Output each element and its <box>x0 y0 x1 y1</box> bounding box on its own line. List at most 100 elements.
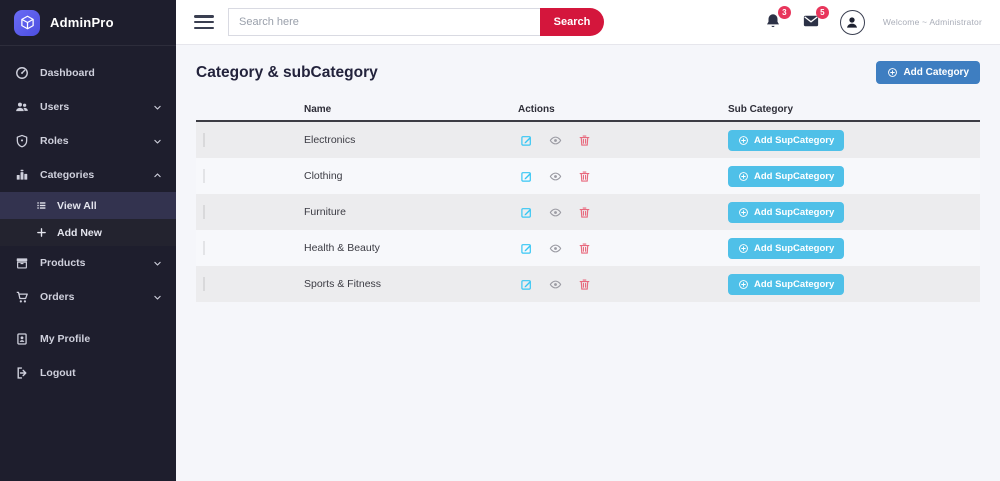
welcome-text: Welcome ~ Administrator <box>882 17 982 27</box>
add-subcategory-button[interactable]: Add SupCategory <box>728 165 845 187</box>
notifications-bell[interactable]: 3 <box>764 6 791 32</box>
box-icon <box>14 256 29 271</box>
categories-icon <box>14 168 29 183</box>
edit-icon[interactable] <box>520 242 533 255</box>
plus-circle-icon <box>738 279 749 290</box>
mail-badge: 5 <box>815 6 829 19</box>
categories-submenu: View All Add New <box>0 192 176 246</box>
logout-icon <box>14 366 29 381</box>
page-title: Category & subCategory <box>196 63 378 81</box>
chevron-down-icon <box>152 292 162 302</box>
sidebar-item-label: Add New <box>57 226 102 239</box>
sidebar-item-roles[interactable]: Roles <box>0 124 176 158</box>
eye-icon[interactable] <box>549 206 562 219</box>
brand-header: AdminPro <box>0 0 176 46</box>
sidebar-item-users[interactable]: Users <box>0 90 176 124</box>
main-area: Search 3 5 Welcome ~ Administrator <box>176 0 1000 481</box>
edit-icon[interactable] <box>520 278 533 291</box>
add-subcategory-label: Add SupCategory <box>754 134 835 146</box>
sidebar-nav: Dashboard Users Roles Categories View Al… <box>0 46 176 390</box>
add-subcategory-label: Add SupCategory <box>754 242 835 254</box>
trash-icon[interactable] <box>578 242 591 255</box>
dashboard-icon <box>14 66 29 81</box>
add-subcategory-label: Add SupCategory <box>754 170 835 182</box>
trash-icon[interactable] <box>578 170 591 183</box>
profile-card-icon <box>14 332 29 347</box>
sidebar-item-label: Products <box>40 257 86 269</box>
eye-icon[interactable] <box>549 134 562 147</box>
page-content: Category & subCategory Add Category Name… <box>176 45 1000 318</box>
edit-icon[interactable] <box>520 206 533 219</box>
add-subcategory-label: Add SupCategory <box>754 278 835 290</box>
eye-icon[interactable] <box>549 278 562 291</box>
person-icon <box>844 14 860 30</box>
sidebar-item-dashboard[interactable]: Dashboard <box>0 56 176 90</box>
table-header-row: Name Actions Sub Category <box>196 98 980 122</box>
sidebar-item-label: Dashboard <box>40 67 95 79</box>
add-subcategory-button[interactable]: Add SupCategory <box>728 129 845 151</box>
sidebar-item-categories[interactable]: Categories <box>0 158 176 192</box>
eye-icon[interactable] <box>549 170 562 183</box>
sidebar: AdminPro Dashboard Users Roles Categorie… <box>0 0 176 481</box>
sidebar-item-label: Logout <box>40 367 76 379</box>
chevron-down-icon <box>152 258 162 268</box>
category-name: Electronics <box>304 134 356 146</box>
sidebar-subitem-view-all[interactable]: View All <box>0 192 176 219</box>
list-icon <box>36 200 48 212</box>
topbar-right: 3 5 Welcome ~ Administrator <box>764 6 982 35</box>
sidebar-item-orders[interactable]: Orders <box>0 280 176 314</box>
sidebar-item-my-profile[interactable]: My Profile <box>0 322 176 356</box>
edit-icon[interactable] <box>520 134 533 147</box>
sidebar-subitem-add-new[interactable]: Add New <box>0 219 176 246</box>
hamburger-menu-icon[interactable] <box>194 15 214 29</box>
column-header-name: Name <box>304 103 332 115</box>
shield-icon <box>14 134 29 149</box>
chevron-down-icon <box>152 136 162 146</box>
sidebar-item-label: View All <box>57 199 97 212</box>
messages-mail[interactable]: 5 <box>802 6 829 32</box>
add-subcategory-button[interactable]: Add SupCategory <box>728 237 845 259</box>
cart-icon <box>14 290 29 305</box>
trash-icon[interactable] <box>578 278 591 291</box>
edit-icon[interactable] <box>520 170 533 183</box>
search-button[interactable]: Search <box>540 8 604 36</box>
app-window: AdminPro Dashboard Users Roles Categorie… <box>0 0 1000 481</box>
trash-icon[interactable] <box>578 134 591 147</box>
sidebar-item-label: Categories <box>40 169 95 181</box>
add-category-button[interactable]: Add Category <box>876 61 980 84</box>
brand-name: AdminPro <box>50 15 114 30</box>
chevron-up-icon <box>152 170 162 180</box>
add-category-label: Add Category <box>903 67 969 78</box>
search-input[interactable] <box>228 8 540 36</box>
table-row: Health & Beauty Add SupCategory <box>196 230 980 266</box>
trash-icon[interactable] <box>578 206 591 219</box>
plus-circle-icon <box>738 243 749 254</box>
category-name: Furniture <box>304 206 347 218</box>
content-header: Category & subCategory Add Category <box>196 61 980 84</box>
plus-icon <box>36 227 48 239</box>
sidebar-item-logout[interactable]: Logout <box>0 356 176 390</box>
plus-circle-icon <box>887 67 898 78</box>
plus-circle-icon <box>738 171 749 182</box>
plus-circle-icon <box>738 207 749 218</box>
sidebar-item-label: Roles <box>40 135 69 147</box>
category-name: Clothing <box>304 170 343 182</box>
eye-icon[interactable] <box>549 242 562 255</box>
table-row: Clothing Add SupCategory <box>196 158 980 194</box>
category-name: Health & Beauty <box>304 242 380 254</box>
user-avatar[interactable] <box>839 9 865 35</box>
add-subcategory-button[interactable]: Add SupCategory <box>728 201 845 223</box>
sidebar-item-label: Users <box>40 101 70 113</box>
bell-badge: 3 <box>777 6 791 19</box>
add-subcategory-button[interactable]: Add SupCategory <box>728 273 845 295</box>
category-name: Sports & Fitness <box>304 278 382 290</box>
plus-circle-icon <box>738 135 749 146</box>
column-header-actions: Actions <box>518 103 555 115</box>
column-header-sub-category: Sub Category <box>728 103 794 115</box>
sidebar-item-products[interactable]: Products <box>0 246 176 280</box>
topbar: Search 3 5 Welcome ~ Administrator <box>176 0 1000 45</box>
search-group: Search <box>228 8 604 36</box>
table-row: Sports & Fitness Add SupCategory <box>196 266 980 302</box>
chevron-down-icon <box>152 102 162 112</box>
table-row: Furniture Add SupCategory <box>196 194 980 230</box>
